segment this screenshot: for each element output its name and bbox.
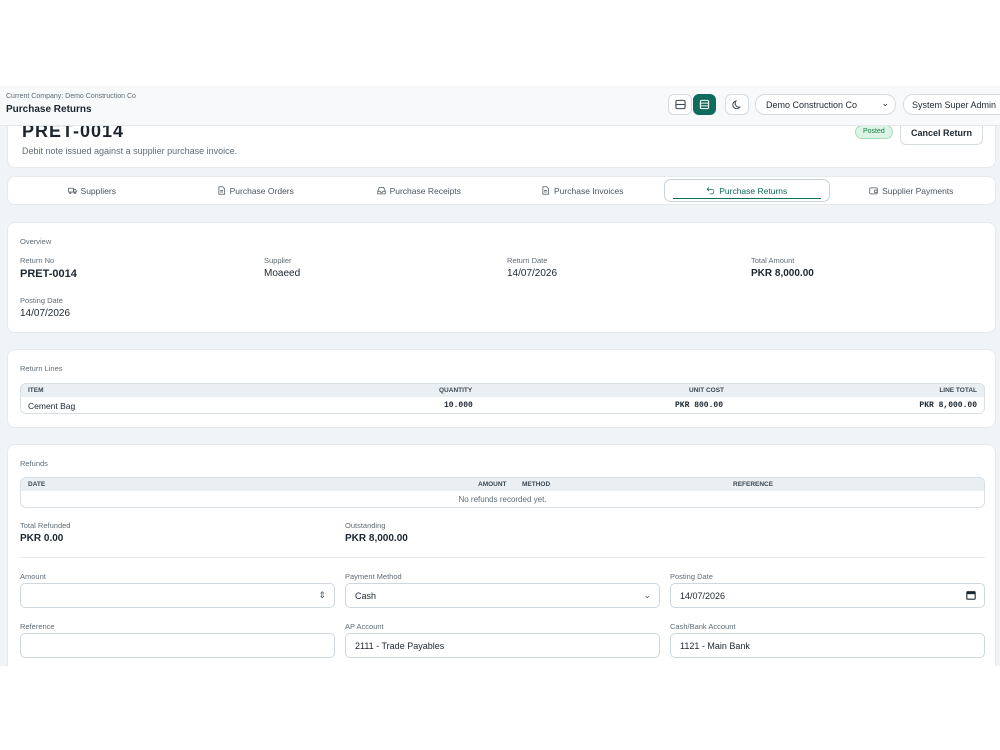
moon-icon — [731, 100, 741, 110]
empty-message: No refunds recorded yet. — [458, 495, 547, 504]
outstanding-value: PKR 8,000.00 — [345, 533, 408, 544]
number-stepper-icon[interactable]: ⇕ — [318, 590, 326, 601]
chevron-down-icon: ⌄ — [643, 590, 651, 600]
app-window: PRET-0014 Debit note issued against a su… — [0, 86, 1000, 666]
posting-date-label: Posting Date — [20, 296, 63, 305]
theme-toggle-button[interactable] — [725, 94, 749, 115]
unit-cost-cell: PKR 800.00 — [675, 401, 724, 410]
truck-icon — [67, 187, 77, 195]
refunds-heading: Refunds — [20, 459, 48, 468]
company-select[interactable]: Demo Construction Co ⌄ — [755, 94, 896, 115]
layout-toggle-button[interactable] — [668, 94, 692, 115]
module-tabs: Suppliers Purchase Orders Purchase Recei… — [7, 176, 996, 205]
empty-row: No refunds recorded yet. — [21, 491, 984, 507]
return-no-label: Return No — [20, 256, 55, 265]
tab-supplier-payments[interactable]: Supplier Payments — [830, 179, 994, 202]
chevron-down-icon: ⌄ — [881, 98, 889, 108]
supplier-label: Supplier — [264, 256, 292, 265]
table-header: DATE AMOUNT METHOD REFERENCE — [21, 478, 984, 491]
total-amount-label: Total Amount — [751, 256, 795, 265]
refund-posting-date-input[interactable]: 14/07/2026 — [670, 583, 985, 608]
posting-date-value: 14/07/2026 — [20, 308, 71, 319]
tab-label: Purchase Orders — [229, 185, 294, 196]
file-icon — [542, 186, 549, 195]
current-company-label: Current Company: Demo Construction Co — [6, 93, 136, 100]
col-reference: REFERENCE — [733, 481, 774, 488]
tab-purchase-orders[interactable]: Purchase Orders — [174, 179, 338, 202]
col-unit-cost: UNIT COST — [689, 387, 725, 394]
supplier-value: Moaeed — [264, 268, 301, 279]
file-icon — [218, 186, 225, 195]
line-total-cell: PKR 8,000.00 — [919, 401, 977, 410]
return-lines-card: Return Lines ITEM QUANTITY UNIT COST LIN… — [7, 349, 996, 428]
document-subtitle: Debit note issued against a supplier pur… — [22, 146, 238, 156]
undo-icon — [706, 187, 715, 195]
tab-label: Supplier Payments — [882, 185, 954, 196]
ap-account-input[interactable]: 2111 - Trade Payables — [345, 633, 660, 658]
refunds-card: Refunds DATE AMOUNT METHOD REFERENCE No … — [7, 444, 996, 666]
ap-account-value: 2111 - Trade Payables — [355, 641, 445, 651]
payment-method-value: Cash — [355, 591, 377, 601]
reference-input[interactable] — [20, 633, 335, 658]
cash-account-value: 1121 - Main Bank — [680, 641, 750, 651]
refund-posting-date-label: Posting Date — [670, 572, 713, 581]
split-layout-icon — [674, 99, 686, 110]
total-amount-value: PKR 8,000.00 — [751, 268, 814, 279]
amount-label: Amount — [20, 572, 46, 581]
wallet-icon — [869, 187, 878, 195]
return-lines-table: ITEM QUANTITY UNIT COST LINE TOTAL Cemen… — [20, 383, 985, 414]
total-refunded-label: Total Refunded — [20, 521, 71, 530]
refunds-table: DATE AMOUNT METHOD REFERENCE No refunds … — [20, 477, 985, 508]
payment-method-select[interactable]: Cash ⌄ — [345, 583, 660, 608]
total-refunded-value: PKR 0.00 — [20, 533, 64, 544]
tab-purchase-receipts[interactable]: Purchase Receipts — [337, 179, 501, 202]
tab-purchase-invoices[interactable]: Purchase Invoices — [501, 179, 665, 202]
cash-account-input[interactable]: 1121 - Main Bank — [670, 633, 985, 658]
payment-method-label: Payment Method — [345, 572, 402, 581]
calendar-icon[interactable] — [966, 590, 976, 602]
table-header: ITEM QUANTITY UNIT COST LINE TOTAL — [21, 384, 984, 397]
page-title: Purchase Returns — [6, 104, 92, 115]
status-badge: Posted — [855, 125, 893, 139]
tab-label: Purchase Returns — [719, 185, 788, 196]
return-no-value: PRET-0014 — [20, 268, 77, 280]
return-date-label: Return Date — [507, 256, 548, 265]
amount-input[interactable]: ⇕ — [20, 583, 335, 608]
cash-account-label: Cash/Bank Account — [670, 622, 736, 631]
return-date-value: 14/07/2026 — [507, 268, 558, 279]
col-line-total: LINE TOTAL — [939, 387, 977, 394]
col-item: ITEM — [28, 387, 44, 394]
tab-label: Purchase Invoices — [554, 185, 624, 196]
company-select-value: Demo Construction Co — [766, 100, 858, 110]
outstanding-label: Outstanding — [345, 521, 386, 530]
divider — [20, 557, 985, 558]
refund-posting-date-value: 14/07/2026 — [680, 591, 726, 601]
ap-account-label: AP Account — [345, 622, 384, 631]
rows-layout-icon — [699, 99, 710, 110]
col-amount: AMOUNT — [478, 481, 507, 488]
overview-card: Overview Return No PRET-0014 Supplier Mo… — [7, 222, 996, 333]
top-bar: Current Company: Demo Construction Co Pu… — [0, 86, 1000, 126]
item-cell: Cement Bag — [28, 401, 76, 411]
return-lines-heading: Return Lines — [20, 364, 63, 373]
col-method: METHOD — [522, 481, 551, 488]
overview-heading: Overview — [20, 237, 52, 246]
tab-purchase-returns[interactable]: Purchase Returns — [664, 179, 830, 202]
table-row: Cement Bag 10.000 PKR 800.00 PKR 8,000.0… — [21, 397, 984, 413]
inbox-icon — [376, 187, 386, 195]
quantity-cell: 10.000 — [444, 401, 473, 410]
reference-label: Reference — [20, 622, 55, 631]
user-menu-button[interactable]: System Super Admin — [903, 94, 1000, 115]
tab-label: Suppliers — [80, 185, 116, 196]
tab-suppliers[interactable]: Suppliers — [10, 179, 174, 202]
col-quantity: QUANTITY — [439, 387, 473, 394]
compact-layout-button[interactable] — [693, 94, 716, 115]
col-date: DATE — [28, 481, 46, 488]
tab-label: Purchase Receipts — [389, 185, 461, 196]
